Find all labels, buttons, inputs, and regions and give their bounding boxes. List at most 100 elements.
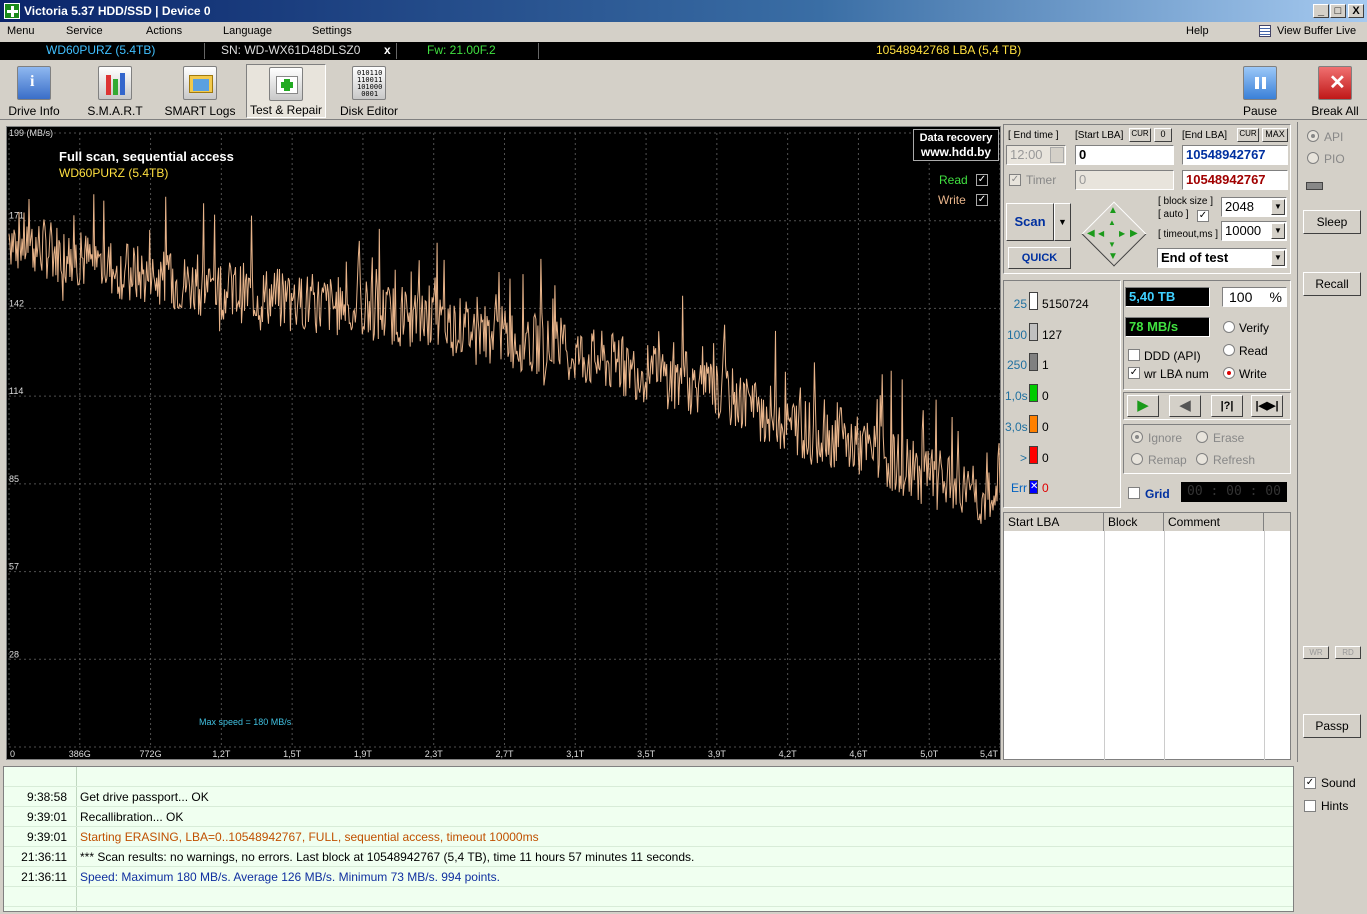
remap-radio[interactable] <box>1131 453 1143 465</box>
scan-button[interactable]: Scan <box>1006 203 1054 241</box>
end-cur-button[interactable]: CUR <box>1237 128 1259 142</box>
auto-label: [ auto ] <box>1158 209 1189 220</box>
write-legend-checkbox[interactable]: ✓ <box>976 194 988 206</box>
grid-checkbox[interactable] <box>1128 487 1140 499</box>
view-buffer-live[interactable]: View Buffer Live <box>1277 25 1356 37</box>
menu-item-actions[interactable]: Actions <box>146 25 182 37</box>
scan-dropdown-icon[interactable]: ▼ <box>1054 203 1071 241</box>
arrow-right-inner-icon[interactable]: ▶ <box>1119 229 1125 238</box>
end-button[interactable]: |◀▶| <box>1251 395 1283 417</box>
hints-checkbox[interactable] <box>1304 800 1316 812</box>
log-time: 9:38:58 <box>26 790 67 804</box>
access-count-5: 0 <box>1042 451 1049 465</box>
timer-checkbox[interactable]: ✓ <box>1009 174 1021 186</box>
arrow-left-inner-icon[interactable]: ◀ <box>1098 229 1104 238</box>
write-legend: Write <box>938 193 966 207</box>
log-row: 9:38:58 Get drive passport... OK <box>4 787 1293 807</box>
auto-checkbox[interactable]: ✓ <box>1197 210 1209 222</box>
log-message: Recallibration... OK <box>80 810 184 824</box>
menu-item-language[interactable]: Language <box>223 25 272 37</box>
access-count-4: 0 <box>1042 420 1049 434</box>
timer-input[interactable]: 0 <box>1075 170 1174 190</box>
wr-lba-checkbox[interactable]: ✓ <box>1128 367 1140 379</box>
play-button[interactable]: ▶ <box>1127 395 1159 417</box>
log-time: 21:36:11 <box>21 870 67 884</box>
read-legend-checkbox[interactable]: ✓ <box>976 174 988 186</box>
header-comment[interactable]: Comment <box>1164 513 1264 531</box>
drive-info-bar: WD60PURZ (5.4TB) SN: WD-WX61D48DLSZ0 x F… <box>0 42 1367 60</box>
disk-editor-button[interactable]: 010110 110011 101000 0001 Disk Editor <box>336 64 402 118</box>
wr-button[interactable]: WR <box>1303 646 1329 659</box>
arrow-up-icon[interactable]: ▲ <box>1108 205 1118 216</box>
access-swatch-0 <box>1029 292 1038 310</box>
sound-checkbox[interactable]: ✓ <box>1304 777 1316 789</box>
end-max-button[interactable]: MAX <box>1262 128 1288 142</box>
ignore-radio[interactable] <box>1131 431 1143 443</box>
arrow-down-icon[interactable]: ▼ <box>1108 251 1118 262</box>
start-cur-button[interactable]: CUR <box>1129 128 1151 142</box>
buffer-icon <box>1259 25 1271 37</box>
test-repair-button[interactable]: Test & Repair <box>246 64 326 118</box>
refresh-label: Refresh <box>1213 453 1256 467</box>
header-block[interactable]: Block <box>1104 513 1164 531</box>
menu-item-settings[interactable]: Settings <box>312 25 352 37</box>
jump-unknown-button[interactable]: |?| <box>1211 395 1243 417</box>
block-size-label: [ block size ] <box>1158 196 1214 207</box>
timeout-dropdown-icon[interactable]: ▼ <box>1271 223 1285 239</box>
verify-label: Verify <box>1239 321 1270 335</box>
refresh-radio[interactable] <box>1196 453 1208 465</box>
table-header: Start LBA Block Comment <box>1004 513 1290 531</box>
write-radio[interactable] <box>1223 367 1235 379</box>
close-button[interactable]: X <box>1348 4 1364 18</box>
access-count-3: 0 <box>1042 389 1049 403</box>
end-lba-secondary[interactable]: 10548942767 <box>1182 170 1288 190</box>
rd-button[interactable]: RD <box>1335 646 1361 659</box>
max-speed-label: Max speed = 180 MB/s <box>199 717 292 727</box>
access-label-0: 25 <box>1013 297 1027 311</box>
drive-info-button[interactable]: i Drive Info <box>4 64 64 118</box>
start-lba-input[interactable]: 0 <box>1075 145 1174 165</box>
read-radio[interactable] <box>1223 344 1235 356</box>
y-tick-label: 85 <box>9 474 19 484</box>
close-drive-icon[interactable]: x <box>384 43 391 57</box>
recall-button[interactable]: Recall <box>1303 272 1361 296</box>
start-zero-button[interactable]: 0 <box>1154 128 1172 142</box>
erase-label: Erase <box>1213 431 1245 445</box>
arrow-right-icon[interactable]: ▶ <box>1130 228 1138 239</box>
rewind-button[interactable]: ◀ <box>1169 395 1201 417</box>
minimize-button[interactable]: _ <box>1313 4 1329 18</box>
arrow-left-icon[interactable]: ◀ <box>1087 228 1095 239</box>
menu-item-help[interactable]: Help <box>1186 25 1209 37</box>
break-all-button[interactable]: ✕ Break All <box>1306 64 1364 118</box>
passp-button[interactable]: Passp <box>1303 714 1361 738</box>
smart-logs-button[interactable]: SMART Logs <box>162 64 238 118</box>
arrow-down-inner-icon[interactable]: ▼ <box>1108 240 1116 249</box>
end-lba-input[interactable]: 10548942767 <box>1182 145 1288 165</box>
verify-radio[interactable] <box>1223 321 1235 333</box>
sleep-button[interactable]: Sleep <box>1303 210 1361 234</box>
end-of-test-dropdown-icon[interactable]: ▼ <box>1271 250 1285 266</box>
end-of-test-select[interactable]: End of test <box>1157 248 1287 268</box>
ddd-checkbox[interactable] <box>1128 349 1140 361</box>
access-swatch-3 <box>1029 384 1038 402</box>
menu-item-service[interactable]: Service <box>66 25 103 37</box>
quick-button[interactable]: QUICK <box>1008 247 1071 269</box>
x-tick-label: 4,2T <box>779 749 798 759</box>
smart-button[interactable]: S.M.A.R.T <box>84 64 146 118</box>
log-message: Starting ERASING, LBA=0..10548942767, FU… <box>80 830 539 844</box>
end-time-spinner[interactable] <box>1050 147 1064 163</box>
header-start-lba[interactable]: Start LBA <box>1004 513 1104 531</box>
erase-radio[interactable] <box>1196 431 1208 443</box>
log-row: 21:36:11 *** Scan results: no warnings, n… <box>4 847 1293 867</box>
access-count-0: 5150724 <box>1042 297 1089 311</box>
maximize-button[interactable]: □ <box>1330 4 1346 18</box>
menu-item-menu[interactable]: Menu <box>7 25 35 37</box>
title-bar: Victoria 5.37 HDD/SSD | Device 0 _ □ X <box>0 0 1367 22</box>
block-size-dropdown-icon[interactable]: ▼ <box>1271 199 1285 215</box>
y-unit-label: 199 (MB/s) <box>9 128 54 138</box>
pio-radio[interactable] <box>1307 152 1319 164</box>
arrow-up-inner-icon[interactable]: ▲ <box>1108 218 1116 227</box>
api-radio[interactable] <box>1307 130 1319 142</box>
read-radio-label: Read <box>1239 344 1268 358</box>
pause-button[interactable]: Pause <box>1232 64 1288 118</box>
